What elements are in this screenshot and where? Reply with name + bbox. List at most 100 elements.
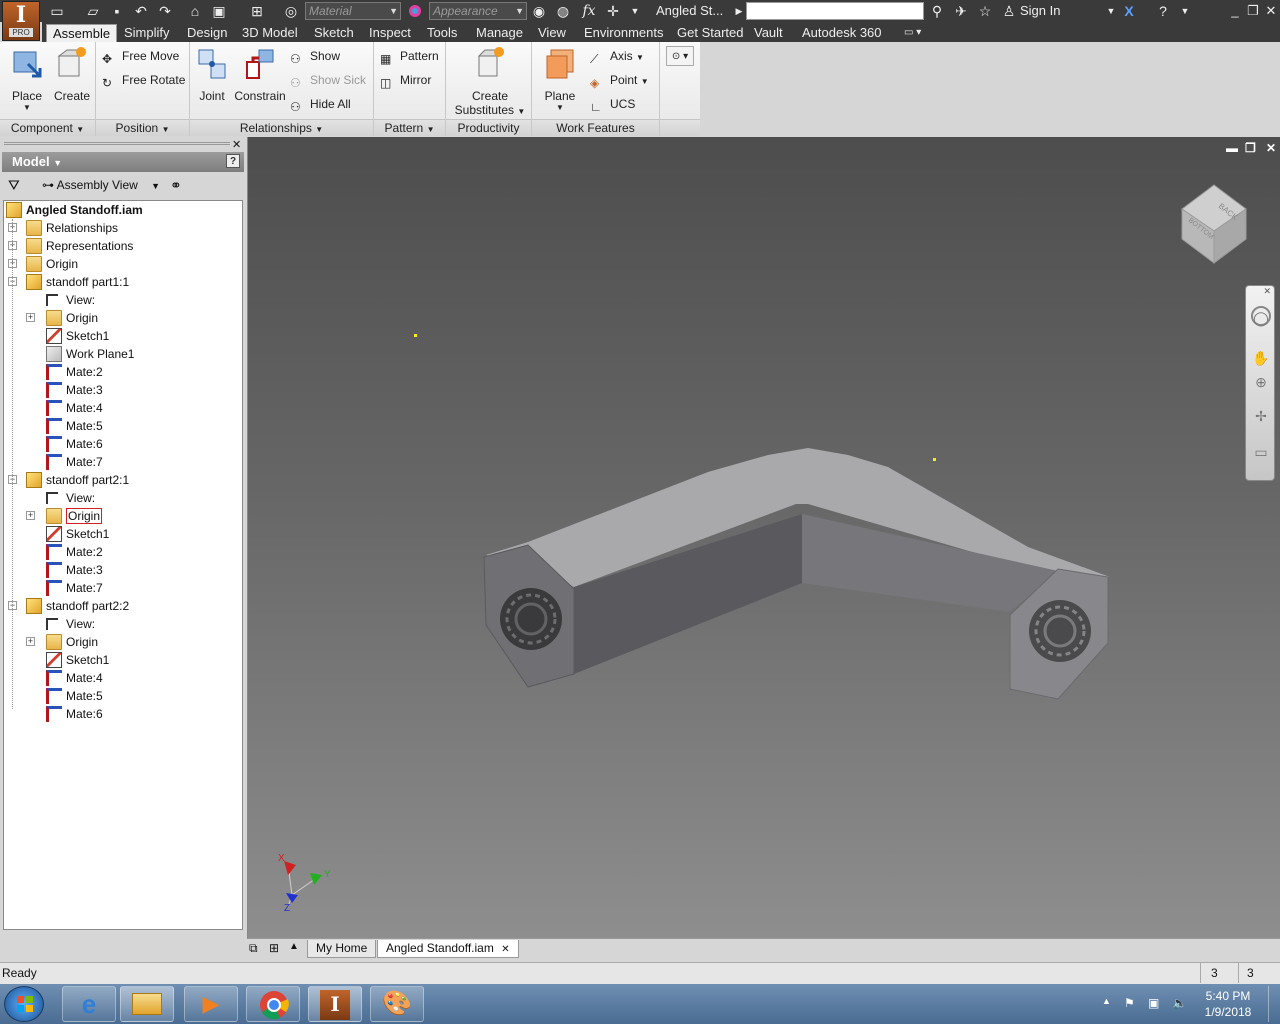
- tree-node[interactable]: Mate:2: [4, 363, 240, 381]
- favorites-star-icon[interactable]: ☆: [976, 2, 994, 20]
- tab-manage[interactable]: Manage: [470, 24, 529, 42]
- component-panel-title[interactable]: Component ▼: [0, 119, 95, 136]
- return-icon[interactable]: ▣: [210, 2, 228, 20]
- tree-node[interactable]: + Origin: [4, 309, 240, 327]
- tab-inspect[interactable]: Inspect: [363, 24, 417, 42]
- create-button[interactable]: Create: [52, 46, 92, 103]
- tree-node[interactable]: − standoff part2:2: [4, 597, 240, 615]
- select-filter-icon[interactable]: ⊞: [248, 2, 266, 20]
- tree-node[interactable]: Sketch1: [4, 327, 240, 345]
- tree-node[interactable]: Mate:4: [4, 669, 240, 687]
- taskbar-file-explorer[interactable]: [120, 986, 174, 1022]
- tree-node[interactable]: − standoff part2:1: [4, 471, 240, 489]
- app-menu-button[interactable]: I PRO: [2, 1, 40, 41]
- network-icon[interactable]: ▣: [1148, 996, 1159, 1010]
- adjust-appearance-icon[interactable]: ◉: [530, 2, 548, 20]
- expand-icon[interactable]: +: [26, 511, 35, 520]
- assembly-view-dropdown[interactable]: ⊶ Assembly View ▼: [42, 178, 160, 192]
- tree-node[interactable]: Sketch1: [4, 651, 240, 669]
- filter-icon[interactable]: ⛛: [8, 177, 20, 194]
- pattern-button[interactable]: ▦ Pattern: [380, 46, 439, 66]
- tree-node[interactable]: + Origin: [4, 633, 240, 651]
- tab-design[interactable]: Design: [181, 24, 233, 42]
- window-list-icon[interactable]: ⊞: [269, 941, 279, 955]
- tab-overflow-icon[interactable]: ▲: [289, 941, 299, 952]
- sign-in-link[interactable]: Sign In: [1020, 3, 1060, 18]
- show-button[interactable]: ⚇ Show: [290, 46, 340, 66]
- browser-header[interactable]: Model ▼ ?: [2, 152, 244, 172]
- tree-node[interactable]: Mate:5: [4, 417, 240, 435]
- place-button[interactable]: Place ▼: [6, 46, 48, 112]
- update-icon[interactable]: ◎: [282, 2, 300, 20]
- restore-window-icon[interactable]: ❐: [1244, 2, 1262, 20]
- tree-node[interactable]: Mate:3: [4, 561, 240, 579]
- graphics-viewport[interactable]: ▬ ❐ ✕ BACK BOTTOM ✕ ◯ ✋ ⊕ ✢ ▭ X Y Z: [247, 137, 1280, 938]
- tree-node[interactable]: Angled Standoff.iam: [4, 201, 240, 219]
- chevron-down-icon[interactable]: ▼: [1176, 2, 1194, 20]
- joint-button[interactable]: Joint: [194, 46, 230, 103]
- tab-get-started[interactable]: Get Started: [671, 24, 749, 42]
- tree-node[interactable]: Mate:3: [4, 381, 240, 399]
- tab-environments[interactable]: Environments: [578, 24, 669, 42]
- system-clock[interactable]: 5:40 PM 1/9/2018: [1196, 988, 1260, 1020]
- measure-icon[interactable]: ✛: [604, 2, 622, 20]
- taskbar-media-player[interactable]: ▶: [184, 986, 238, 1022]
- tab-assemble[interactable]: Assemble: [46, 24, 118, 42]
- free-rotate-button[interactable]: ↻ Free Rotate: [102, 70, 185, 90]
- tab-3d-model[interactable]: 3D Model: [236, 24, 304, 42]
- volume-icon[interactable]: 🔈: [1172, 996, 1187, 1010]
- tree-node[interactable]: + Origin: [4, 255, 240, 273]
- tree-node[interactable]: View:: [4, 615, 240, 633]
- ribbon-options-icon[interactable]: ▭ ▾: [898, 24, 927, 42]
- undo-icon[interactable]: ↶: [132, 2, 150, 20]
- overflow-menu-button[interactable]: ⊙ ▾: [666, 46, 694, 66]
- tree-node[interactable]: Work Plane1: [4, 345, 240, 363]
- tab-vault[interactable]: Vault: [748, 24, 789, 42]
- help-search-input[interactable]: [746, 2, 924, 20]
- create-substitutes-button[interactable]: Create Substitutes ▼: [454, 46, 526, 119]
- clear-appearance-icon[interactable]: ◍: [554, 2, 572, 20]
- mirror-button[interactable]: ◫ Mirror: [380, 70, 431, 90]
- hide-all-button[interactable]: ⚇ Hide All: [290, 94, 351, 114]
- parameters-fx-icon[interactable]: fx: [580, 2, 598, 20]
- home-icon[interactable]: ⌂: [186, 2, 204, 20]
- chevron-down-icon[interactable]: ▼: [1102, 2, 1120, 20]
- tree-node[interactable]: Mate:6: [4, 435, 240, 453]
- tab-angled-standoff[interactable]: Angled Standoff.iam ✕: [377, 940, 519, 958]
- open-folder-icon[interactable]: ▱: [84, 2, 102, 20]
- close-tab-icon[interactable]: ✕: [501, 944, 509, 955]
- save-icon[interactable]: ▪: [108, 2, 126, 20]
- tree-node[interactable]: Sketch1: [4, 525, 240, 543]
- free-move-button[interactable]: ✥ Free Move: [102, 46, 179, 66]
- browser-help-icon[interactable]: ?: [226, 154, 240, 168]
- ucs-button[interactable]: ∟ UCS: [590, 94, 635, 114]
- show-sick-button[interactable]: ⚇ Show Sick: [290, 70, 366, 90]
- tree-node[interactable]: View:: [4, 291, 240, 309]
- taskbar-chrome[interactable]: [246, 986, 300, 1022]
- tree-node[interactable]: Mate:7: [4, 579, 240, 597]
- new-file-icon[interactable]: ▭: [48, 2, 66, 20]
- binoculars-search-icon[interactable]: ⚲: [928, 2, 946, 20]
- axis-button[interactable]: ⟋ Axis ▼: [590, 46, 644, 66]
- expand-icon[interactable]: +: [26, 637, 35, 646]
- tree-node[interactable]: Mate:2: [4, 543, 240, 561]
- taskbar-internet-explorer[interactable]: e: [62, 986, 116, 1022]
- help-icon[interactable]: ?: [1154, 2, 1172, 20]
- tab-autodesk-360[interactable]: Autodesk 360: [796, 24, 888, 42]
- tree-node[interactable]: + Relationships: [4, 219, 240, 237]
- tree-node[interactable]: − standoff part1:1: [4, 273, 240, 291]
- action-center-flag-icon[interactable]: ⚑: [1124, 996, 1135, 1010]
- start-button[interactable]: [4, 986, 44, 1022]
- taskbar-inventor[interactable]: I: [308, 986, 362, 1022]
- exchange-apps-icon[interactable]: X: [1120, 2, 1138, 20]
- show-desktop-button[interactable]: [1268, 986, 1278, 1022]
- tree-node[interactable]: Mate:5: [4, 687, 240, 705]
- subscription-icon[interactable]: ✈: [952, 2, 970, 20]
- tab-sketch[interactable]: Sketch: [308, 24, 360, 42]
- tree-node[interactable]: View:: [4, 489, 240, 507]
- tree-node[interactable]: Mate:4: [4, 399, 240, 417]
- tab-view[interactable]: View: [532, 24, 572, 42]
- tray-overflow-icon[interactable]: ▲: [1102, 996, 1111, 1006]
- standoff-model[interactable]: [248, 137, 1280, 938]
- constrain-button[interactable]: Constrain: [232, 46, 288, 103]
